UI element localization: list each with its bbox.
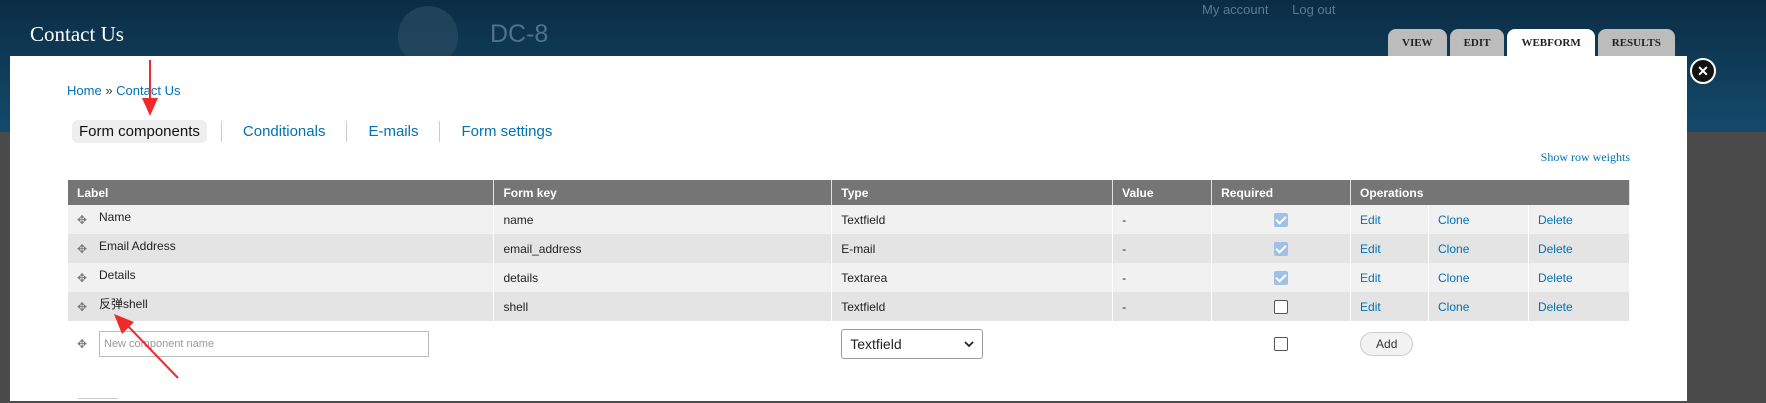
- row-type: Textarea: [831, 263, 1114, 292]
- components-table: Label Form key Type Value Required Opera…: [68, 180, 1631, 367]
- row-type: E-mail: [831, 234, 1114, 263]
- primary-tabs: VIEW EDIT WEBFORM RESULTS: [1388, 29, 1675, 56]
- row-value: -: [1112, 263, 1213, 292]
- component-type-select[interactable]: Textfield: [841, 329, 984, 359]
- required-checkbox[interactable]: [1274, 299, 1289, 314]
- page-title: Contact Us: [30, 22, 124, 46]
- tab-edit[interactable]: EDIT: [1449, 29, 1505, 56]
- edit-link[interactable]: Edit: [1360, 300, 1381, 314]
- overlay-dialog: Home » Contact Us Form components Condit…: [10, 56, 1687, 401]
- selected-type: Textfield: [850, 336, 902, 352]
- breadcrumb-separator: »: [105, 83, 113, 98]
- header-value: Value: [1112, 180, 1213, 205]
- edit-link[interactable]: Edit: [1360, 242, 1381, 256]
- show-row-weights-link[interactable]: Show row weights: [1541, 150, 1630, 165]
- delete-link[interactable]: Delete: [1538, 300, 1573, 314]
- table-header-row: Label Form key Type Value Required Opera…: [68, 180, 1630, 205]
- row-label: Details: [99, 267, 136, 282]
- delete-link[interactable]: Delete: [1538, 271, 1573, 285]
- new-row-form-key: [493, 321, 833, 367]
- clone-link[interactable]: Clone: [1438, 213, 1469, 227]
- my-account-link[interactable]: My account: [1202, 2, 1268, 17]
- user-links: My account Log out: [1202, 2, 1355, 17]
- row-label: Email Address: [99, 238, 176, 253]
- tab-emails[interactable]: E-mails: [361, 120, 425, 143]
- row-form-key: shell: [493, 292, 833, 321]
- required-checkbox[interactable]: [1274, 270, 1289, 285]
- header-required: Required: [1211, 180, 1352, 205]
- tab-divider: [346, 121, 348, 142]
- breadcrumb-current[interactable]: Contact Us: [116, 83, 180, 98]
- table-row: ✥ Details details Textarea - Edit Clone D…: [68, 263, 1631, 292]
- header-label: Label: [68, 180, 495, 205]
- breadcrumb-home[interactable]: Home: [67, 83, 102, 98]
- row-value: -: [1112, 292, 1213, 321]
- tab-divider: [220, 121, 222, 142]
- row-type: Textfield: [831, 205, 1114, 234]
- tab-divider: [439, 121, 441, 142]
- tab-form-settings[interactable]: Form settings: [454, 120, 559, 143]
- clone-link[interactable]: Clone: [1438, 271, 1469, 285]
- delete-link[interactable]: Delete: [1538, 213, 1573, 227]
- clone-link[interactable]: Clone: [1438, 242, 1469, 256]
- table-row: ✥ Email Address email_address E-mail - Ed…: [68, 234, 1631, 263]
- tab-conditionals[interactable]: Conditionals: [236, 120, 333, 143]
- tab-results[interactable]: RESULTS: [1597, 29, 1675, 56]
- row-type: Textfield: [831, 292, 1114, 321]
- move-icon[interactable]: ✥: [77, 271, 94, 285]
- breadcrumb: Home » Contact Us: [67, 83, 180, 98]
- tab-form-components[interactable]: Form components: [72, 120, 207, 143]
- add-button[interactable]: Add: [1360, 332, 1414, 356]
- new-required-checkbox[interactable]: [1274, 337, 1289, 352]
- row-label: Name: [99, 209, 132, 224]
- row-form-key: email_address: [493, 234, 833, 263]
- row-value: -: [1112, 234, 1213, 263]
- tab-webform[interactable]: WEBFORM: [1507, 29, 1595, 56]
- chevron-down-icon: [964, 340, 974, 347]
- header-operations: Operations: [1350, 180, 1630, 205]
- header-type: Type: [831, 180, 1114, 205]
- row-form-key: name: [493, 205, 833, 234]
- site-name: DC-8: [490, 20, 549, 48]
- required-checkbox[interactable]: [1274, 212, 1289, 227]
- move-icon[interactable]: ✥: [77, 213, 94, 227]
- table-row: ✥ 反弹shell shell Textfield - Edit Clone De…: [68, 292, 1631, 321]
- row-form-key: details: [493, 263, 833, 292]
- move-icon[interactable]: ✥: [77, 242, 94, 256]
- edit-link[interactable]: Edit: [1360, 271, 1381, 285]
- new-row-value: [1112, 321, 1213, 367]
- new-component-name-input[interactable]: [99, 331, 429, 357]
- move-icon: ✥: [77, 336, 88, 351]
- clone-link[interactable]: Clone: [1438, 300, 1469, 314]
- delete-link[interactable]: Delete: [1538, 242, 1573, 256]
- close-icon[interactable]: ✕: [1690, 58, 1716, 84]
- secondary-tabs: Form components Conditionals E-mails For…: [72, 120, 559, 143]
- new-component-row: ✥ Textfield Add: [68, 321, 1630, 367]
- move-icon[interactable]: ✥: [77, 300, 94, 314]
- row-value: -: [1112, 205, 1213, 234]
- required-checkbox[interactable]: [1274, 241, 1289, 256]
- header-form-key: Form key: [493, 180, 833, 205]
- edit-link[interactable]: Edit: [1360, 213, 1381, 227]
- table-row: ✥ Name name Textfield - Edit Clone Delete: [68, 205, 1631, 234]
- row-label: 反弹shell: [99, 297, 148, 311]
- log-out-link[interactable]: Log out: [1292, 2, 1335, 17]
- tab-view[interactable]: VIEW: [1388, 29, 1447, 56]
